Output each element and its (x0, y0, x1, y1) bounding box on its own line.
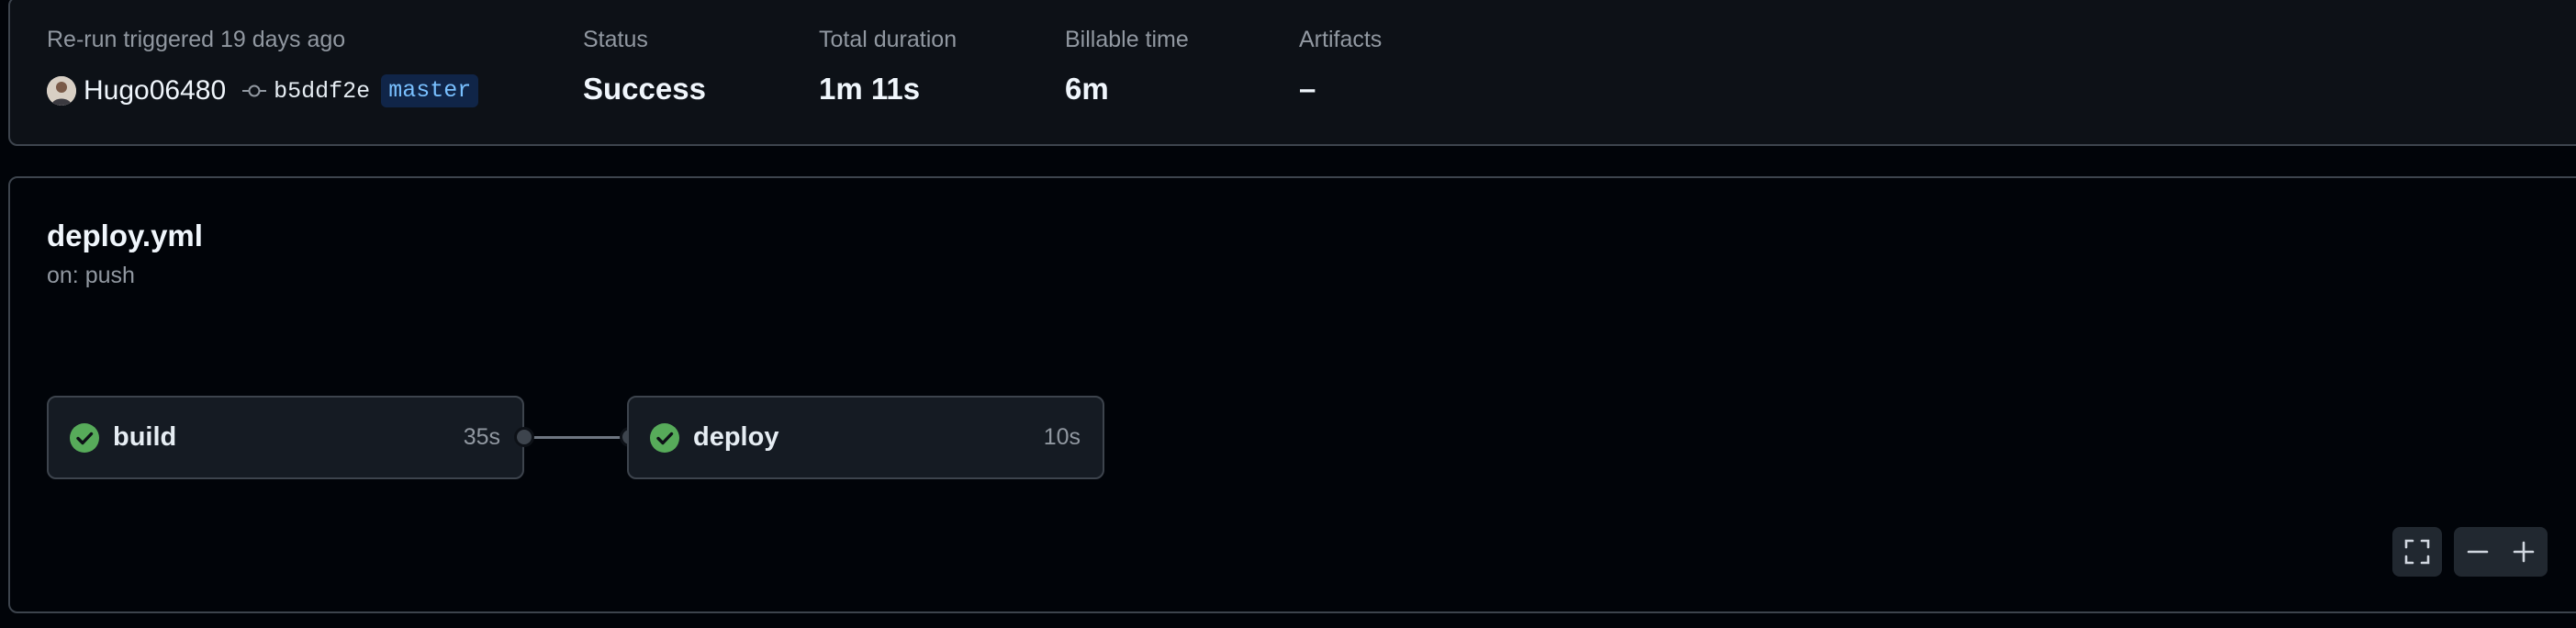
fullscreen-button[interactable] (2392, 527, 2442, 577)
status-label: Status (583, 27, 648, 52)
trigger-column: Re-run triggered 19 days ago Hugo06480 b… (47, 26, 479, 110)
job-build[interactable]: build 35s (47, 396, 524, 479)
job-duration: 10s (1043, 424, 1081, 450)
artifacts-value: – (1299, 72, 1316, 106)
billable-label: Billable time (1065, 27, 1189, 52)
job-name: deploy (693, 422, 779, 452)
artifacts-column: Artifacts – (1299, 26, 1382, 107)
status-value: Success (583, 72, 706, 106)
branch-badge[interactable]: master (381, 74, 479, 107)
billable-column: Billable time 6m (1065, 26, 1189, 107)
artifacts-label: Artifacts (1299, 27, 1383, 52)
zoom-out-button[interactable] (2455, 527, 2501, 577)
billable-value: 6m (1065, 72, 1109, 106)
plus-icon (2513, 541, 2535, 563)
run-summary: Re-run triggered 19 days ago Hugo06480 b… (8, 0, 2576, 146)
avatar[interactable] (47, 76, 76, 106)
job-deploy[interactable]: deploy 10s (627, 396, 1104, 479)
job-name: build (113, 422, 177, 452)
actor-link[interactable]: Hugo06480 (84, 75, 226, 107)
workflow-graph-panel: deploy.yml on: push build 35s deploy 10s (8, 176, 2576, 613)
zoom-controls (2454, 527, 2548, 577)
fullscreen-icon (2404, 539, 2430, 565)
job-output-port (514, 427, 534, 447)
avatar-icon (47, 76, 76, 106)
zoom-in-button[interactable] (2501, 527, 2547, 577)
minus-icon (2467, 550, 2489, 554)
job-connector (526, 436, 631, 439)
workflow-trigger: on: push (47, 263, 135, 288)
trigger-row: Hugo06480 b5ddf2e master (47, 72, 479, 110)
check-circle-icon (649, 422, 680, 454)
duration-column: Total duration 1m 11s (819, 26, 957, 107)
trigger-label: Re-run triggered 19 days ago (47, 27, 346, 52)
git-commit-icon (242, 84, 267, 97)
workflow-file-title[interactable]: deploy.yml (47, 219, 203, 253)
status-column: Status Success (583, 26, 706, 107)
job-duration: 35s (463, 424, 500, 450)
duration-value: 1m 11s (819, 72, 921, 106)
duration-label: Total duration (819, 27, 958, 52)
commit-sha-link[interactable]: b5ddf2e (274, 78, 370, 105)
check-circle-icon (69, 422, 100, 454)
